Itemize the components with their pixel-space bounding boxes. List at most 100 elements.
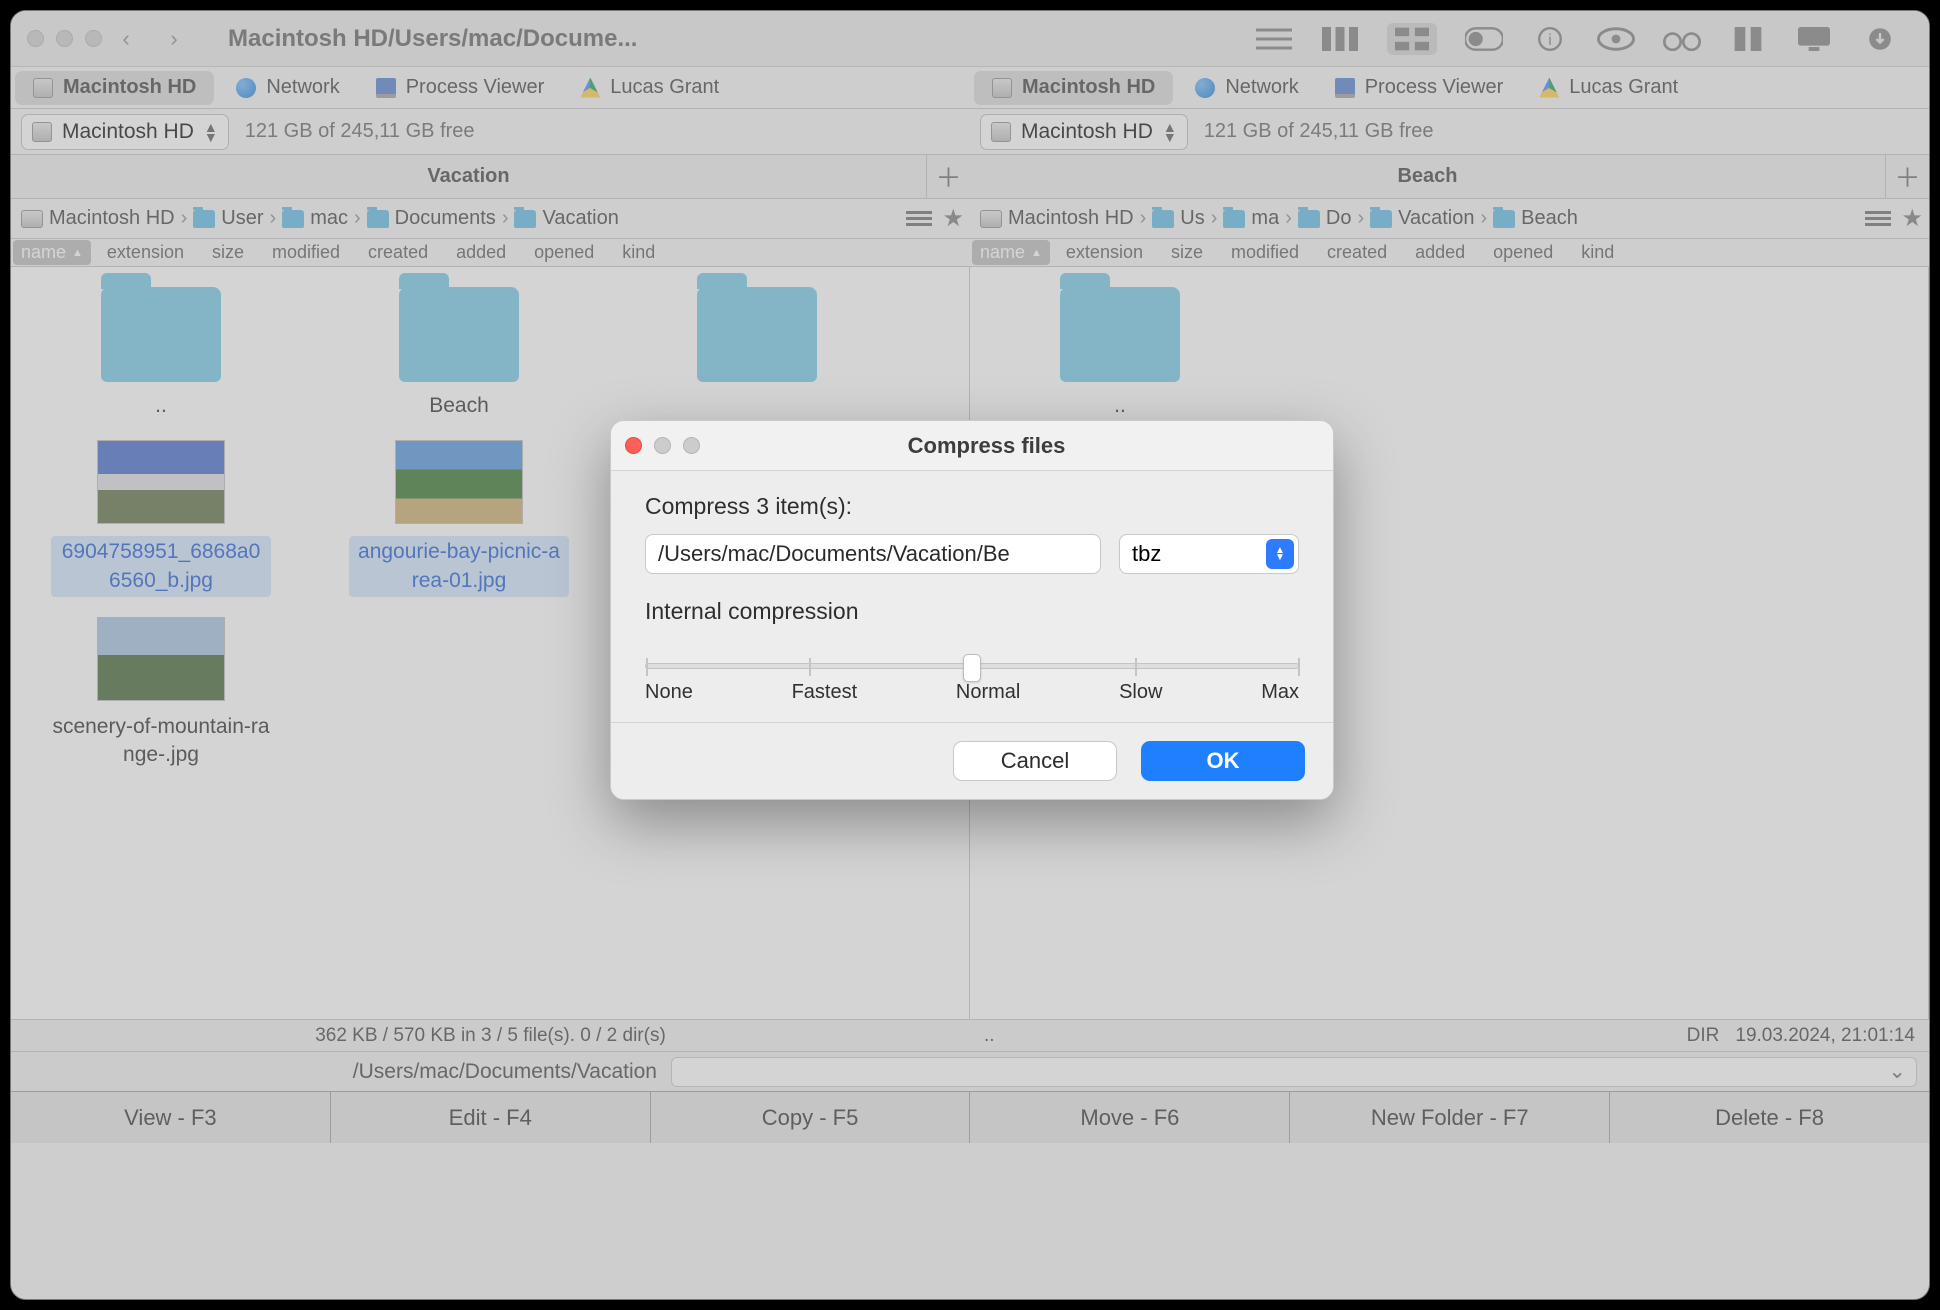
favorite-icon[interactable]: ★: [1901, 204, 1923, 233]
crumb[interactable]: Macintosh HD: [980, 207, 1134, 230]
folder-item[interactable]: [617, 287, 897, 420]
crumb[interactable]: User: [193, 207, 263, 230]
add-tab-right[interactable]: ＋: [1885, 155, 1929, 199]
download-icon[interactable]: [1861, 27, 1899, 51]
column-created[interactable]: created: [354, 242, 442, 263]
view-grid-icon[interactable]: [1387, 23, 1437, 55]
column-added[interactable]: added: [442, 242, 520, 263]
item-label: scenery-of-mountain-range-.jpg: [51, 713, 271, 770]
folder-item[interactable]: Beach: [319, 287, 599, 420]
toggle-icon[interactable]: [1465, 27, 1503, 51]
column-kind[interactable]: kind: [1567, 242, 1628, 263]
column-added[interactable]: added: [1401, 242, 1479, 263]
view-columns-icon[interactable]: [1321, 27, 1359, 51]
source-tab[interactable]: Macintosh HD: [974, 71, 1173, 105]
folder-icon: [1060, 287, 1180, 382]
column-created[interactable]: created: [1313, 242, 1401, 263]
column-opened[interactable]: opened: [520, 242, 608, 263]
file-item[interactable]: angourie-bay-picnic-area-01.jpg: [319, 440, 599, 597]
folder-icon: [1152, 210, 1174, 228]
folder-icon: [514, 210, 536, 228]
crumb[interactable]: Vacation: [514, 207, 618, 230]
path-bar: /Users/mac/Documents/Vacation ⌄: [11, 1051, 1929, 1091]
source-tab[interactable]: Network: [1177, 67, 1316, 108]
column-size[interactable]: size: [1157, 242, 1217, 263]
breadcrumb-right: Macintosh HD›Us›ma›Do›Vacation›Beach★: [970, 199, 1929, 239]
list-toggle-icon[interactable]: [906, 211, 932, 226]
column-opened[interactable]: opened: [1479, 242, 1567, 263]
drive-selector-right[interactable]: Macintosh HD ▲▼: [980, 114, 1188, 150]
zoom-icon[interactable]: [85, 30, 102, 47]
column-name[interactable]: name▲: [972, 240, 1050, 265]
column-extension[interactable]: extension: [93, 242, 198, 263]
quicklook-icon[interactable]: [1597, 27, 1635, 51]
format-value: tbz: [1132, 541, 1161, 567]
compression-slider[interactable]: [645, 663, 1299, 669]
source-tab[interactable]: Lucas Grant: [1521, 67, 1696, 108]
output-path-input[interactable]: /Users/mac/Documents/Vacation/Be: [645, 534, 1101, 574]
crumb[interactable]: Macintosh HD: [21, 207, 175, 230]
fn-button[interactable]: Copy - F5: [651, 1092, 971, 1143]
breadcrumb-left: Macintosh HD›User›mac›Documents›Vacation…: [11, 199, 970, 239]
folder-tab-left[interactable]: Vacation: [11, 165, 926, 188]
status-bar: 362 KB / 570 KB in 3 / 5 file(s). 0 / 2 …: [11, 1019, 1929, 1051]
folder-item[interactable]: ..: [21, 287, 301, 420]
drive-selector-left[interactable]: Macintosh HD ▲▼: [21, 114, 229, 150]
binoculars-icon[interactable]: [1663, 27, 1701, 51]
svg-text:i: i: [1548, 32, 1551, 49]
folder-icon: [1298, 210, 1320, 228]
crumb[interactable]: Us: [1152, 207, 1204, 230]
fn-button[interactable]: Delete - F8: [1610, 1092, 1929, 1143]
crumb[interactable]: Do: [1298, 207, 1352, 230]
source-tab[interactable]: Process Viewer: [358, 67, 563, 108]
path-dropdown[interactable]: ⌄: [671, 1057, 1917, 1087]
source-tab[interactable]: Macintosh HD: [15, 71, 214, 105]
close-icon[interactable]: [27, 30, 44, 47]
folder-tab-right[interactable]: Beach: [970, 165, 1885, 188]
compress-count-label: Compress 3 item(s):: [645, 493, 1299, 520]
slider-thumb[interactable]: [963, 654, 981, 682]
ok-button[interactable]: OK: [1141, 741, 1305, 781]
cancel-button[interactable]: Cancel: [953, 741, 1117, 781]
favorite-icon[interactable]: ★: [942, 204, 964, 233]
info-icon[interactable]: i: [1531, 27, 1569, 51]
globe-icon: [1195, 78, 1215, 98]
window-title: Macintosh HD/Users/mac/Docume...: [228, 25, 637, 53]
folder-icon: [193, 210, 215, 228]
crumb[interactable]: mac: [282, 207, 348, 230]
fn-button[interactable]: Move - F6: [970, 1092, 1290, 1143]
column-kind[interactable]: kind: [608, 242, 669, 263]
fn-button[interactable]: Edit - F4: [331, 1092, 651, 1143]
format-select[interactable]: tbz ▲▼: [1119, 534, 1299, 574]
view-list-icon[interactable]: [1255, 27, 1293, 51]
desktop-icon[interactable]: [1795, 27, 1833, 51]
column-extension[interactable]: extension: [1052, 242, 1157, 263]
fn-button[interactable]: New Folder - F7: [1290, 1092, 1610, 1143]
file-item[interactable]: scenery-of-mountain-range-.jpg: [21, 617, 301, 770]
fn-button[interactable]: View - F3: [11, 1092, 331, 1143]
column-modified[interactable]: modified: [1217, 242, 1313, 263]
minimize-icon[interactable]: [56, 30, 73, 47]
dialog-titlebar: Compress files: [611, 421, 1333, 471]
column-size[interactable]: size: [198, 242, 258, 263]
source-tab[interactable]: Lucas Grant: [562, 67, 737, 108]
source-tab[interactable]: Process Viewer: [1317, 67, 1522, 108]
column-name[interactable]: name▲: [13, 240, 91, 265]
file-item[interactable]: 6904758951_6868a06560_b.jpg: [21, 440, 301, 597]
status-right-dots: ..: [984, 1025, 995, 1047]
source-tab[interactable]: Network: [218, 67, 357, 108]
crumb[interactable]: Beach: [1493, 207, 1578, 230]
list-toggle-icon[interactable]: [1865, 211, 1891, 226]
gdrive-icon: [580, 78, 600, 98]
folder-icon: [697, 287, 817, 382]
crumb[interactable]: Documents: [367, 207, 496, 230]
column-modified[interactable]: modified: [258, 242, 354, 263]
forward-button[interactable]: ›: [160, 25, 188, 53]
add-tab-left[interactable]: ＋: [926, 155, 970, 199]
status-left: 362 KB / 570 KB in 3 / 5 file(s). 0 / 2 …: [11, 1025, 970, 1047]
crumb[interactable]: Vacation: [1370, 207, 1474, 230]
crumb[interactable]: ma: [1223, 207, 1279, 230]
back-button[interactable]: ‹: [112, 25, 140, 53]
columns2-icon[interactable]: [1729, 27, 1767, 51]
folder-item[interactable]: ..: [980, 287, 1260, 420]
